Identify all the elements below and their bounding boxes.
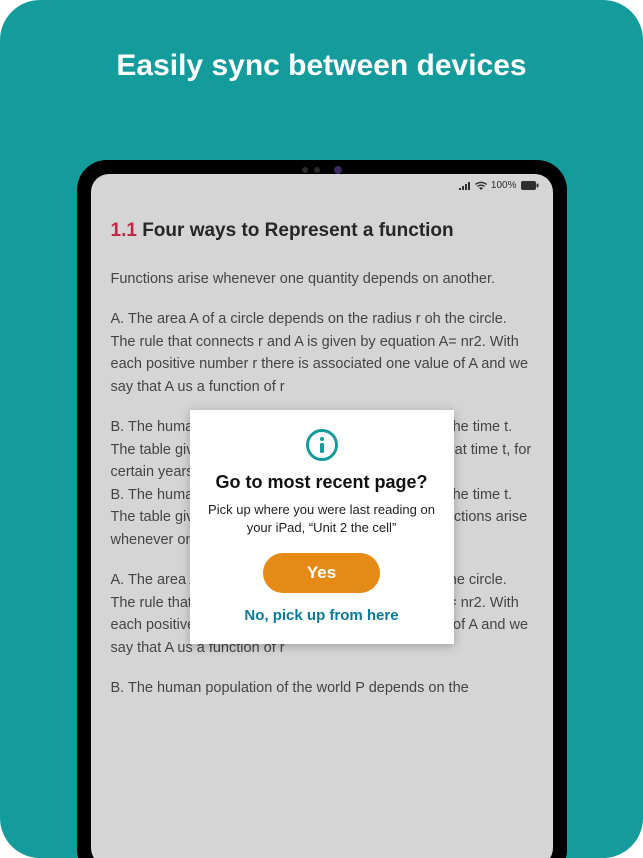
yes-button[interactable]: Yes — [263, 553, 380, 593]
no-pick-up-here-button[interactable]: No, pick up from here — [244, 607, 398, 624]
tablet-notch — [302, 166, 342, 174]
sync-dialog: Go to most recent page? Pick up where yo… — [190, 410, 454, 644]
promo-title: Easily sync between devices — [0, 0, 643, 84]
tablet-screen: 100% 1.1 Four ways to Represent a functi… — [91, 174, 553, 858]
promo-card: Easily sync between devices 100% — [0, 0, 643, 858]
dialog-title: Go to most recent page? — [208, 472, 436, 493]
tablet-frame: 100% 1.1 Four ways to Represent a functi… — [77, 160, 567, 858]
info-icon — [305, 428, 339, 462]
dialog-body: Pick up where you were last reading on y… — [208, 501, 436, 537]
